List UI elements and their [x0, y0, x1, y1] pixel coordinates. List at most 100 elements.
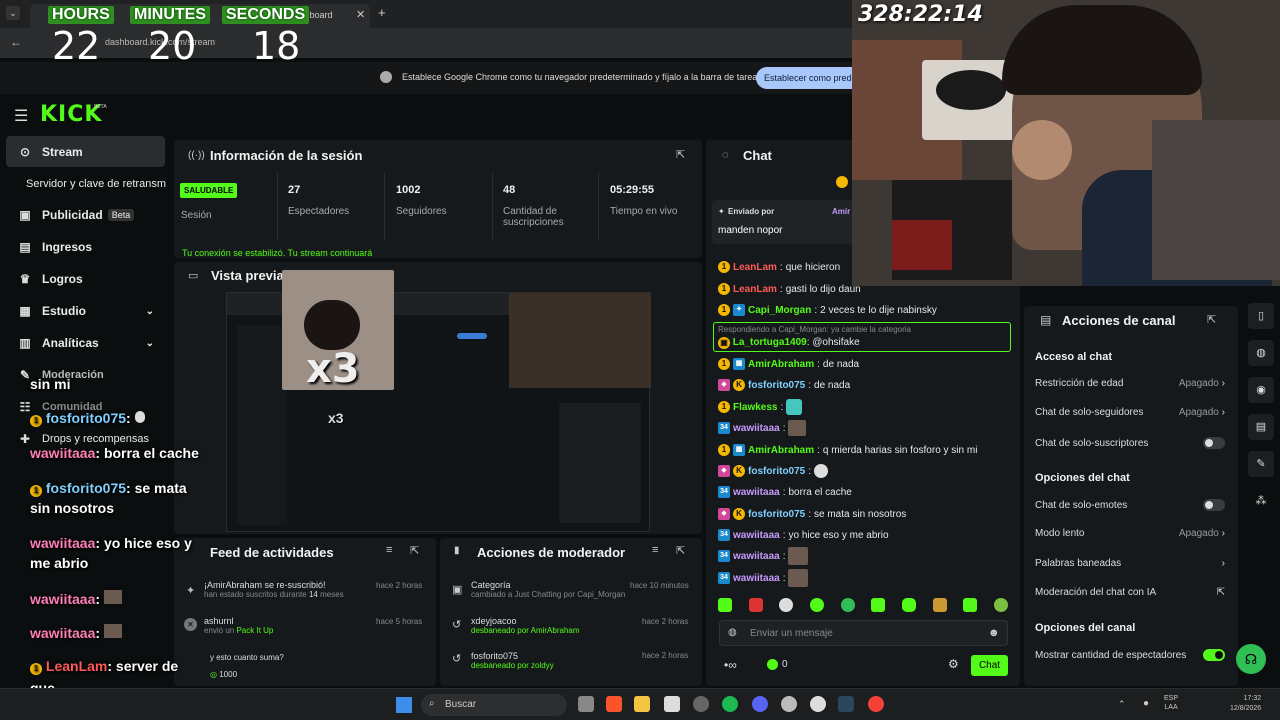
support-icon[interactable]: ☊: [1236, 644, 1266, 674]
followers-only-row[interactable]: Chat de solo-seguidores Apagado ›: [1035, 407, 1225, 418]
chat-user[interactable]: wawiitaaa: [733, 423, 780, 434]
filter-icon[interactable]: ≡: [386, 544, 392, 556]
popout-icon[interactable]: ⇱: [676, 148, 685, 161]
sidebar-item-server[interactable]: Servidor y clave de retransm: [6, 170, 166, 198]
overlay-user: wawiitaaa: [30, 591, 96, 607]
emote-icon[interactable]: [718, 598, 732, 612]
chat-user[interactable]: Flawkess: [733, 402, 777, 413]
send-chat-button[interactable]: Chat: [971, 655, 1008, 676]
rail-chat-icon[interactable]: ◍: [1248, 340, 1274, 366]
task-view-icon[interactable]: [578, 696, 594, 712]
chat-user[interactable]: AmirAbraham: [748, 359, 814, 370]
chat-user[interactable]: wawiitaaa: [733, 530, 780, 541]
sidebar-item-analytics[interactable]: ▥ Analíticas ⌄: [6, 329, 166, 357]
rail-drops-icon[interactable]: ⁂: [1248, 488, 1274, 514]
subs-only-toggle[interactable]: [1203, 437, 1225, 449]
mod-item-text: Categoría: [471, 580, 511, 590]
sidebar-item-stream[interactable]: ⊙ Stream: [6, 138, 166, 166]
taskbar-search[interactable]: ⌕ Buscar: [421, 694, 567, 716]
folder-icon[interactable]: [634, 696, 650, 712]
rail-panel-icon[interactable]: ▤: [1248, 414, 1274, 440]
popout-icon[interactable]: ⇱: [410, 544, 419, 557]
sidebar-item-achievements[interactable]: ♛ Logros: [6, 265, 166, 293]
minutes-value: 20: [148, 24, 197, 68]
chat-options-heading: Opciones del chat: [1035, 472, 1130, 484]
ai-moderation-label: Moderación del chat con IA: [1035, 587, 1157, 598]
back-icon[interactable]: ←: [10, 35, 22, 49]
clock[interactable]: 17:32 12/8/2026: [1230, 694, 1261, 714]
menu-icon[interactable]: ☰: [14, 106, 28, 126]
steam-icon[interactable]: [838, 696, 854, 712]
clock-date: 12/8/2026: [1230, 705, 1262, 712]
chat-user[interactable]: fosforito075: [748, 466, 805, 477]
mod-time: hace 2 horas: [642, 617, 689, 626]
app-icon[interactable]: [781, 696, 797, 712]
windows-start-icon[interactable]: [396, 697, 412, 713]
obs-icon[interactable]: [693, 696, 709, 712]
tab-search-icon[interactable]: ⌄: [6, 6, 20, 20]
feed-item-text: ashurnl: [204, 616, 234, 626]
sidebar-item-ads[interactable]: ▣ Publicidad Beta: [6, 201, 166, 229]
chat-user[interactable]: La_tortuga1409: [733, 337, 807, 348]
chat-user[interactable]: fosforito075: [748, 509, 805, 520]
rail-wrench-icon[interactable]: ✎: [1248, 451, 1274, 477]
sidebar-item-studio[interactable]: ▦ Estudio ⌄: [6, 297, 166, 325]
new-tab-icon[interactable]: +: [378, 5, 386, 20]
discord-icon[interactable]: [752, 696, 768, 712]
popout-icon[interactable]: ⇱: [1207, 313, 1216, 326]
chat-user[interactable]: wawiitaaa: [733, 573, 780, 584]
age-label: Restricción de edad: [1035, 378, 1124, 389]
banned-words-row[interactable]: Palabras baneadas ›: [1035, 558, 1225, 569]
chat-user[interactable]: AmirAbraham: [748, 445, 814, 456]
age-restriction-row[interactable]: Restricción de edad Apagado ›: [1035, 378, 1225, 389]
show-viewers-toggle[interactable]: [1203, 649, 1225, 661]
popout-icon[interactable]: ⇱: [676, 544, 685, 557]
capcut-icon[interactable]: [664, 696, 680, 712]
chat-title: Chat: [743, 148, 772, 163]
session-label: Sesión: [181, 210, 212, 221]
chat-user[interactable]: Capi_Morgan: [748, 305, 811, 316]
channel-icon: ▤: [1040, 313, 1052, 327]
emote-icon[interactable]: [963, 598, 978, 612]
ai-moderation-row[interactable]: Moderación del chat con IA ⇱: [1035, 587, 1225, 598]
emote-icon[interactable]: [993, 598, 1008, 612]
close-tab-icon[interactable]: ✕: [356, 8, 365, 21]
skull-app-icon[interactable]: [810, 696, 826, 712]
gear-icon[interactable]: ⚙: [948, 657, 959, 671]
rail-notes-icon[interactable]: ▯: [1248, 303, 1274, 329]
infinity-icon[interactable]: •∞: [724, 658, 737, 672]
chat-user[interactable]: LeanLam: [733, 262, 777, 273]
mic-icon[interactable]: ●: [1143, 698, 1149, 709]
chat-user[interactable]: LeanLam: [733, 284, 777, 295]
overlay-user: wawiitaaa: [30, 625, 96, 641]
emote-icon[interactable]: [932, 598, 947, 612]
language-indicator[interactable]: ESP LAA: [1164, 694, 1178, 712]
set-default-button[interactable]: Establecer como prede: [756, 67, 865, 89]
mod-time: hace 10 minutos: [630, 581, 689, 590]
slow-mode-row[interactable]: Modo lento Apagado ›: [1035, 528, 1225, 539]
filter-icon[interactable]: ≡: [652, 544, 658, 556]
chat-user[interactable]: fosforito075: [748, 380, 805, 391]
rail-broadcast-icon[interactable]: ◉: [1248, 377, 1274, 403]
category-icon: ▣: [452, 584, 463, 596]
spotify-icon[interactable]: [722, 696, 738, 712]
emote-icon[interactable]: [809, 598, 824, 612]
emote-icon: [134, 411, 145, 423]
sidebar-item-label: Estudio: [42, 304, 86, 318]
emote-icon[interactable]: [748, 598, 763, 612]
emoji-icon[interactable]: ☻: [988, 627, 1000, 639]
brave-icon[interactable]: [606, 696, 622, 712]
tray-chevron-icon[interactable]: ⌃: [1118, 699, 1126, 710]
chat-user[interactable]: wawiitaaa: [733, 487, 780, 498]
chat-input[interactable]: ◍ Enviar un mensaje ☻: [719, 620, 1008, 646]
reply-context: Respondiendo a Capi_Morgan: ya cambie la…: [718, 325, 912, 334]
emote-icon[interactable]: [840, 598, 855, 612]
emote-icon[interactable]: [779, 598, 794, 612]
emote-icon[interactable]: [901, 598, 916, 612]
sidebar-item-income[interactable]: ▤ Ingresos: [6, 233, 166, 261]
emote-icon[interactable]: [871, 598, 886, 612]
chat-user[interactable]: wawiitaaa: [733, 551, 780, 562]
emotes-only-toggle[interactable]: [1203, 499, 1225, 511]
feed-item-amount: 1000: [219, 670, 238, 679]
chrome-taskbar-icon[interactable]: [868, 696, 884, 712]
